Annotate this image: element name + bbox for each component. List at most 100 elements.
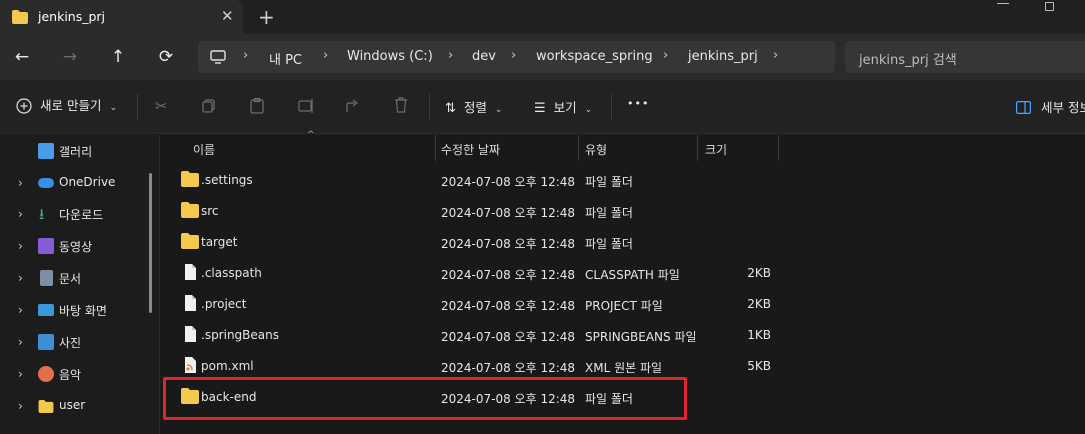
- file-list: ^ 이름 수정한 날짜 유형 크기 .settings 2024-07-08 오…: [161, 130, 1085, 434]
- sidebar-item-gallery[interactable]: 갤러리: [0, 137, 150, 165]
- view-button[interactable]: ☰ 보기 ⌄: [534, 97, 592, 116]
- sidebar-item-music[interactable]: › 음악: [0, 360, 150, 388]
- new-tab-button[interactable]: +: [258, 5, 275, 29]
- cut-icon[interactable]: ✂: [155, 97, 168, 115]
- table-row[interactable]: pom.xml 2024-07-08 오후 12:48 XML 원본 파일 5K…: [161, 350, 1085, 381]
- sidebar-item-downloads[interactable]: › ⭳ 다운로드: [0, 200, 150, 228]
- column-header-modified[interactable]: 수정한 날짜: [436, 135, 578, 161]
- column-header-label: 이름: [193, 143, 216, 157]
- chevron-right-icon[interactable]: ›: [18, 367, 23, 381]
- file-type: XML 원본 파일: [585, 361, 663, 375]
- column-header-label: 유형: [585, 143, 608, 157]
- file-modified: 2024-07-08 오후 12:48: [441, 175, 576, 189]
- file-icon: [185, 295, 196, 311]
- breadcrumb-separator: ›: [511, 48, 517, 63]
- video-icon: [38, 238, 54, 254]
- file-name: target: [201, 235, 238, 249]
- column-header-name[interactable]: 이름: [161, 135, 435, 161]
- table-row[interactable]: .classpath 2024-07-08 오후 12:48 CLASSPATH…: [161, 257, 1085, 288]
- paste-icon[interactable]: [250, 98, 264, 114]
- tab-jenkins-prj[interactable]: jenkins_prj ✕: [0, 0, 243, 34]
- file-modified: 2024-07-08 오후 12:48: [441, 392, 576, 406]
- breadcrumb-my-pc[interactable]: 내 PC: [269, 49, 302, 68]
- forward-button[interactable]: →: [59, 46, 81, 68]
- chevron-right-icon[interactable]: ›: [18, 271, 23, 285]
- sidebar-item-videos[interactable]: › 동영상: [0, 232, 150, 260]
- folder-icon: [181, 388, 199, 404]
- breadcrumb-dev[interactable]: dev: [472, 49, 496, 64]
- folder-icon: [38, 400, 54, 413]
- breadcrumb-jenkins-prj[interactable]: jenkins_prj: [688, 49, 758, 64]
- file-modified: 2024-07-08 오후 12:48: [441, 206, 576, 220]
- chevron-right-icon[interactable]: ›: [18, 303, 23, 317]
- close-tab-icon[interactable]: ✕: [221, 7, 234, 25]
- add-circle-icon: [16, 98, 32, 114]
- breadcrumb-workspace-spring[interactable]: workspace_spring: [536, 49, 653, 64]
- table-row[interactable]: .settings 2024-07-08 오후 12:48 파일 폴더: [161, 164, 1085, 195]
- computer-icon: [210, 50, 226, 64]
- chevron-down-icon: ⌄: [109, 103, 117, 113]
- minimize-icon[interactable]: [997, 3, 1009, 4]
- file-name: .springBeans: [201, 328, 279, 342]
- xml-file-icon: [185, 357, 196, 373]
- sidebar-item-label: user: [59, 398, 86, 412]
- sidebar-item-pictures[interactable]: › 사진: [0, 328, 150, 356]
- folder-icon: [12, 10, 28, 24]
- column-header-size[interactable]: 크기: [698, 135, 778, 161]
- breadcrumb-separator: ›: [663, 48, 669, 63]
- chevron-right-icon[interactable]: ›: [18, 399, 23, 413]
- file-type: SPRINGBEANS 파일: [585, 330, 697, 344]
- file-type: 파일 폴더: [585, 206, 633, 220]
- file-size: 5KB: [747, 359, 771, 373]
- table-row[interactable]: src 2024-07-08 오후 12:48 파일 폴더: [161, 195, 1085, 226]
- sidebar-item-label: OneDrive: [59, 175, 116, 189]
- sidebar-scrollbar[interactable]: [149, 173, 152, 313]
- sort-button[interactable]: ⇅ 정렬 ⌄: [445, 97, 502, 116]
- breadcrumb-separator: ›: [323, 48, 329, 63]
- column-header-type[interactable]: 유형: [579, 135, 697, 161]
- copy-icon[interactable]: [202, 99, 216, 113]
- file-modified: 2024-07-08 오후 12:48: [441, 299, 576, 313]
- chevron-right-icon[interactable]: ›: [18, 207, 23, 221]
- sidebar-item-documents[interactable]: › 문서: [0, 264, 150, 292]
- navigation-bar: ← → ↑ ⟳ › 내 PC › Windows (C:) › dev › wo…: [0, 34, 1085, 80]
- search-input[interactable]: jenkins_prj 검색: [845, 41, 1085, 73]
- details-pane-button[interactable]: 세부 정보: [1016, 97, 1085, 116]
- new-button[interactable]: 새로 만들기 ⌄: [16, 95, 117, 114]
- chevron-right-icon[interactable]: ›: [18, 239, 23, 253]
- table-row[interactable]: back-end 2024-07-08 오후 12:48 파일 폴더: [161, 381, 1085, 412]
- chevron-right-icon[interactable]: ›: [18, 176, 23, 190]
- document-icon: [40, 270, 53, 286]
- share-icon[interactable]: [345, 98, 361, 114]
- title-bar: jenkins_prj ✕ +: [0, 0, 1085, 34]
- rename-icon[interactable]: [298, 98, 314, 114]
- table-row[interactable]: target 2024-07-08 오후 12:48 파일 폴더: [161, 226, 1085, 257]
- table-row[interactable]: .project 2024-07-08 오후 12:48 PROJECT 파일 …: [161, 288, 1085, 319]
- file-modified: 2024-07-08 오후 12:48: [441, 330, 576, 344]
- column-divider[interactable]: [778, 135, 779, 161]
- table-row[interactable]: .springBeans 2024-07-08 오후 12:48 SPRINGB…: [161, 319, 1085, 350]
- file-modified: 2024-07-08 오후 12:48: [441, 268, 576, 282]
- view-label: 보기: [553, 100, 577, 115]
- breadcrumb-windows-c[interactable]: Windows (C:): [347, 49, 433, 64]
- file-modified: 2024-07-08 오후 12:48: [441, 361, 576, 375]
- refresh-button[interactable]: ⟳: [155, 46, 177, 68]
- sort-label: 정렬: [463, 100, 487, 115]
- up-button[interactable]: ↑: [107, 46, 129, 68]
- back-button[interactable]: ←: [11, 46, 33, 68]
- details-label: 세부 정보: [1040, 100, 1085, 115]
- maximize-icon[interactable]: [1045, 2, 1054, 11]
- sidebar-item-desktop[interactable]: › 바탕 화면: [0, 296, 150, 324]
- sidebar-item-label: 문서: [59, 272, 82, 286]
- sidebar-item-label: 갤러리: [59, 145, 93, 159]
- onedrive-icon: [38, 178, 54, 188]
- desktop-icon: [38, 304, 54, 316]
- folder-icon: [181, 233, 199, 249]
- delete-icon[interactable]: [394, 97, 408, 113]
- sidebar-item-user[interactable]: › user: [0, 392, 150, 420]
- more-options-button[interactable]: •••: [627, 97, 649, 110]
- sort-icon: ⇅: [445, 101, 456, 116]
- sidebar-item-onedrive[interactable]: › OneDrive: [0, 169, 150, 197]
- chevron-right-icon[interactable]: ›: [18, 335, 23, 349]
- address-bar[interactable]: › 내 PC › Windows (C:) › dev › workspace_…: [198, 41, 835, 73]
